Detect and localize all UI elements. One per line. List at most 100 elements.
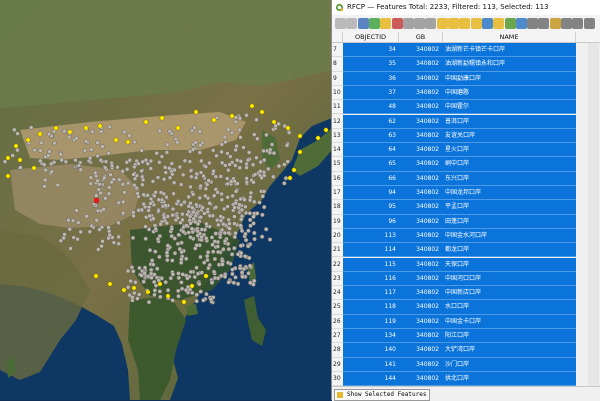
map-point[interactable]: [2, 159, 8, 164]
map-point[interactable]: [143, 236, 148, 242]
map-point[interactable]: [82, 148, 88, 153]
cell-name[interactable]: 峒中口岸: [443, 157, 575, 171]
map-point[interactable]: [32, 147, 37, 153]
map-point[interactable]: [183, 287, 189, 293]
map-point[interactable]: [215, 244, 221, 249]
map-point[interactable]: [156, 208, 161, 214]
map-point[interactable]: [215, 239, 221, 245]
actions-icon[interactable]: [583, 18, 595, 29]
map-point[interactable]: [230, 271, 235, 277]
cell-name[interactable]: 星火口岸: [443, 143, 575, 157]
map-point[interactable]: [173, 217, 179, 223]
map-point[interactable]: [238, 223, 243, 228]
map-point[interactable]: [219, 160, 225, 166]
map-point[interactable]: [167, 175, 173, 180]
column-header-objectid[interactable]: OBJECTID: [343, 32, 399, 42]
cell-gb[interactable]: 340802: [399, 143, 441, 157]
map-point[interactable]: [207, 160, 212, 166]
map-point[interactable]: [284, 143, 290, 148]
map-point[interactable]: [145, 161, 151, 166]
table-row[interactable]: 19 96 340802 田蓬口岸: [332, 214, 600, 229]
field-calc-icon[interactable]: [549, 18, 561, 29]
cell-name[interactable]: 油湖新勐糯镇永和口岸: [443, 57, 575, 71]
map-point[interactable]: [230, 267, 235, 272]
map-point[interactable]: [43, 177, 48, 183]
map-point[interactable]: [199, 227, 205, 232]
row-number[interactable]: 24: [332, 286, 343, 301]
selected-map-point[interactable]: [285, 125, 291, 131]
map-point[interactable]: [266, 166, 271, 172]
map-point[interactable]: [99, 243, 104, 249]
map-point[interactable]: [212, 275, 218, 281]
map-point[interactable]: [226, 127, 231, 133]
map-point[interactable]: [132, 164, 137, 170]
table-row[interactable]: 11 48 340802 中国霍尔: [332, 100, 600, 115]
cell-objectid[interactable]: 63: [343, 129, 399, 143]
column-header-gb[interactable]: GB: [399, 32, 443, 42]
map-point[interactable]: [74, 135, 79, 141]
map-point[interactable]: [206, 265, 211, 271]
cell-gb[interactable]: 340802: [399, 315, 441, 329]
map-point[interactable]: [193, 140, 198, 145]
map-point[interactable]: [198, 183, 203, 189]
map-point[interactable]: [215, 249, 221, 255]
map-point[interactable]: [282, 162, 287, 167]
filter-icon[interactable]: [481, 18, 493, 29]
map-point[interactable]: [51, 159, 57, 165]
cell-gb[interactable]: 340802: [399, 372, 441, 386]
map-point[interactable]: [15, 147, 20, 153]
map-point[interactable]: [159, 154, 165, 159]
map-point[interactable]: [179, 280, 184, 285]
dock-icon[interactable]: [572, 18, 584, 29]
map-point[interactable]: [170, 212, 175, 218]
map-point[interactable]: [154, 150, 160, 156]
map-point[interactable]: [175, 139, 180, 145]
map-point[interactable]: [116, 241, 121, 247]
map-point[interactable]: [262, 157, 267, 163]
selected-map-point[interactable]: [323, 127, 329, 133]
row-cells[interactable]: 95 340802 平孟口岸: [343, 200, 576, 215]
map-point[interactable]: [29, 125, 34, 130]
map-point[interactable]: [98, 157, 104, 163]
map-point[interactable]: [120, 169, 125, 174]
map-point[interactable]: [203, 193, 208, 199]
map-point[interactable]: [246, 255, 252, 261]
map-point[interactable]: [120, 182, 126, 187]
map-point[interactable]: [201, 173, 206, 179]
map-point[interactable]: [175, 288, 181, 294]
map-point[interactable]: [252, 230, 257, 236]
cell-objectid[interactable]: 115: [343, 258, 399, 272]
table-row[interactable]: 14 64 340802 星火口岸: [332, 143, 600, 158]
map-point[interactable]: [163, 203, 168, 208]
map-point[interactable]: [210, 249, 216, 254]
map-point[interactable]: [147, 213, 152, 219]
map-point[interactable]: [164, 142, 170, 147]
cell-gb[interactable]: 340802: [399, 343, 441, 357]
cell-objectid[interactable]: 37: [343, 86, 399, 100]
map-point[interactable]: [165, 288, 171, 293]
map-point[interactable]: [199, 234, 204, 240]
row-number[interactable]: 30: [332, 371, 343, 386]
map-point[interactable]: [261, 189, 267, 194]
selected-map-point[interactable]: [165, 293, 171, 299]
map-point[interactable]: [88, 175, 94, 180]
map-point[interactable]: [244, 165, 249, 170]
map-point[interactable]: [194, 292, 199, 297]
map-point[interactable]: [125, 180, 131, 186]
map-point[interactable]: [127, 157, 133, 163]
map-point[interactable]: [63, 159, 69, 165]
row-cells[interactable]: 116 340802 中国河口口岸: [343, 271, 576, 287]
table-row[interactable]: 29 141 340802 沙门口岸: [332, 357, 600, 372]
cell-name[interactable]: 天保口岸: [443, 258, 575, 272]
selected-map-point[interactable]: [189, 283, 195, 289]
map-point[interactable]: [197, 129, 203, 134]
map-point[interactable]: [194, 202, 199, 207]
map-point[interactable]: [251, 179, 256, 185]
row-number[interactable]: 18: [332, 200, 343, 215]
table-row[interactable]: 20 113 340802 中国金水河口岸: [332, 228, 600, 244]
cell-objectid[interactable]: 134: [343, 329, 399, 343]
map-point[interactable]: [153, 249, 158, 254]
pencil-icon[interactable]: [335, 18, 346, 29]
cell-objectid[interactable]: 65: [343, 157, 399, 171]
map-point[interactable]: [194, 171, 200, 177]
